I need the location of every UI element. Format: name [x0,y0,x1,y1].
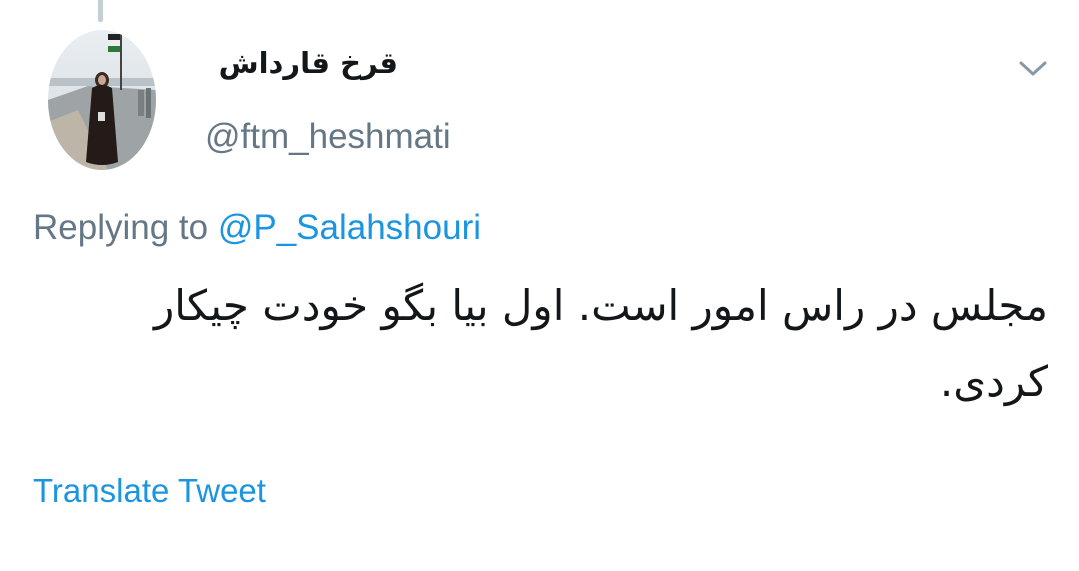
avatar-image [48,30,156,170]
translate-tweet-link[interactable]: Translate Tweet [33,472,266,510]
tweet-text: مجلس در راس امور است. اول بیا بگو خودت چ… [153,281,1048,406]
replying-to-line: Replying to @P_Salahshouri [33,208,481,248]
reply-mention-link[interactable]: @P_Salahshouri [218,208,481,247]
avatar[interactable] [48,30,156,170]
user-handle[interactable]: @ftm_heshmati [205,117,451,157]
replying-to-label: Replying to [33,208,218,247]
chevron-down-icon[interactable] [1016,57,1050,81]
thread-connector-line [98,0,103,22]
display-name[interactable]: قرخ قارداش [205,46,398,80]
